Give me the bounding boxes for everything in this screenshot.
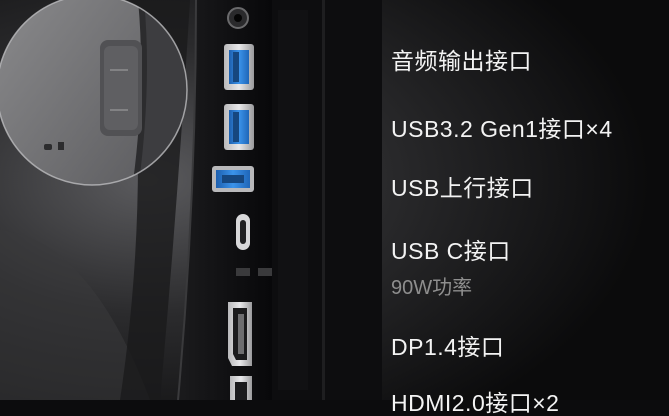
usb-upstream-label: USB上行接口	[391, 175, 534, 201]
usb-a-ports-label: USB3.2 Gen1接口×4	[391, 116, 613, 142]
hdmi-label: HDMI2.0接口×2	[391, 390, 560, 416]
dp-label: DP1.4接口	[391, 334, 505, 360]
usb-c-label: USB C接口	[391, 238, 511, 264]
usb-c-power-note: 90W功率	[391, 277, 473, 299]
audio-out-label: 音频输出接口	[391, 48, 532, 74]
